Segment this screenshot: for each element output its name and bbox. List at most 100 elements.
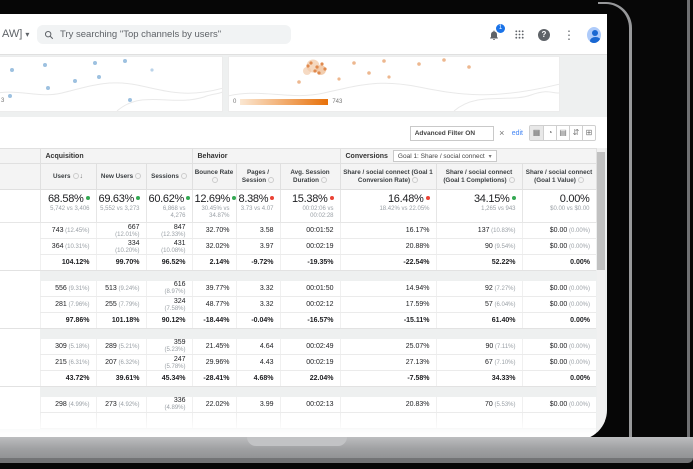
spacer-cell [40, 328, 596, 339]
topbar-icons: 1 ? ⋮ [487, 14, 601, 55]
pivot-view-button[interactable]: ⊞ [582, 126, 595, 140]
help-icon[interactable] [72, 172, 79, 179]
negative-dot-icon [270, 196, 275, 200]
column-header[interactable]: Share / social connect (Goal 1 Completio… [435, 163, 523, 190]
clear-filter-icon[interactable]: × [496, 128, 508, 138]
table-cell [95, 412, 146, 429]
performance-view-button[interactable]: ▤ [556, 126, 569, 140]
spacer-cell [40, 270, 596, 281]
table-cell: 48.77% [191, 296, 236, 313]
table-cell: 22.02% [191, 396, 236, 413]
screen: AW]▾ 1 ? ⋮ [0, 14, 607, 440]
table-cell: -28.41% [191, 370, 236, 387]
table-cell: 17.59% [339, 296, 436, 313]
table-cell: 3.32 [235, 280, 280, 297]
summary-cell: 69.63% 5,552 vs 3,273 [95, 189, 147, 223]
apps-grid-icon[interactable] [512, 28, 526, 42]
table-cell: 0.00% [521, 312, 596, 329]
table-cell: -9.72% [235, 254, 280, 271]
table-cell: 16.17% [339, 222, 436, 239]
laptop-base-lip [0, 458, 693, 463]
table-cell: 137 (10.83%) [435, 222, 522, 239]
table-cell: 215 (6.31%) [39, 354, 96, 371]
column-header[interactable]: Bounce Rate [191, 163, 237, 190]
table-cell: 32.70% [191, 222, 236, 239]
search-input[interactable] [60, 29, 284, 40]
top-bar: AW]▾ 1 ? ⋮ [0, 14, 607, 55]
table-cell: -22.54% [339, 254, 436, 271]
more-icon[interactable]: ⋮ [562, 28, 576, 42]
change-row: 104.12% 99.70% 96.52% 2.14% -9.72% -19.35% -22… [0, 254, 596, 271]
summary-cell: 0.00% $0.00 vs $0.00 [521, 189, 597, 223]
dimension-cell [0, 328, 40, 339]
column-header[interactable]: New Users [95, 163, 147, 190]
traffic-chart-panel: 3 [0, 57, 228, 112]
frame-edge-line [687, 0, 690, 452]
help-icon[interactable] [320, 176, 327, 183]
percentage-view-button[interactable]: ◔ [543, 126, 556, 140]
table-cell: 39.61% [95, 370, 146, 387]
table-cell: 3.58 [235, 222, 280, 239]
bell-icon[interactable]: 1 [487, 23, 505, 42]
table-cell: 92 (7.27%) [435, 280, 522, 297]
dimension-cell [0, 412, 40, 429]
legend-max: 743 [332, 99, 343, 105]
table-cell: 616 (8.97%) [145, 280, 192, 297]
help-icon[interactable] [508, 176, 515, 183]
table-cell: 70 (5.53%) [435, 396, 522, 413]
help-icon[interactable] [135, 172, 142, 179]
help-icon[interactable] [412, 176, 419, 183]
dimension-cell [0, 296, 40, 313]
group-spacer [0, 386, 596, 397]
help-icon[interactable] [268, 176, 275, 183]
table-cell: 359 (5.23%) [145, 338, 192, 355]
column-header[interactable]: Pages / Session [235, 163, 281, 190]
sort-desc-icon[interactable]: ↓ [80, 173, 84, 180]
help-icon[interactable] [180, 172, 187, 179]
table-cell: 0.00% [521, 254, 596, 271]
data-row: 215 (6.31%) 207 (6.32%) 247 (5.78%) 29.96% 4… [0, 354, 596, 371]
data-row: 281 (7.96%) 255 (7.79%) 324 (7.58%) 48.77% 3… [0, 296, 596, 313]
vertical-scrollbar[interactable] [597, 148, 605, 440]
table-cell: 2.14% [191, 254, 236, 271]
dimension-cell [0, 354, 40, 371]
negative-dot-icon [329, 196, 334, 200]
table-cell: 364 (10.31%) [39, 238, 96, 255]
help-icon[interactable] [577, 176, 584, 183]
search-bar[interactable] [37, 25, 291, 44]
dimension-cell [0, 370, 40, 387]
help-icon[interactable]: ? [537, 28, 551, 42]
column-header[interactable]: Avg. Session Duration [279, 163, 341, 190]
help-icon[interactable] [212, 176, 218, 183]
table-cell: 00:02:12 [279, 296, 340, 313]
table-cell [279, 412, 340, 429]
goal-selector-dropdown[interactable]: Goal 1: Share / social connect ▾ [392, 150, 497, 162]
dimension-cell [0, 396, 40, 413]
advanced-filter-chip[interactable]: Advanced Filter ON [409, 125, 494, 141]
table-cell: 61.40% [435, 312, 522, 329]
column-header[interactable]: Share / social connect (Goal 1 Conversio… [339, 163, 437, 190]
table-cell: -16.57% [279, 312, 340, 329]
account-label: AW] [2, 28, 23, 40]
dimension-cell [0, 338, 40, 355]
table-cell: 00:01:50 [279, 280, 340, 297]
edit-filter-link[interactable]: edit [512, 130, 523, 137]
comparison-view-button[interactable]: ⇵ [569, 126, 582, 140]
column-header[interactable]: Share / social connect (Goal 1 Value) [521, 163, 597, 190]
scrollbar-thumb[interactable] [597, 152, 605, 270]
table-cell: 29.96% [191, 354, 236, 371]
data-row: 743 (12.45%) 667 (12.01%) 847 (12.33%) 32.7… [0, 222, 596, 239]
dimension-header [0, 163, 41, 190]
laptop-base [0, 437, 693, 458]
table-cell: 667 (12.01%) [95, 222, 146, 239]
table-cell: 298 (4.99%) [39, 396, 96, 413]
data-row: 556 (9.31%) 513 (9.24%) 616 (8.97%) 39.77% 3… [0, 280, 596, 297]
account-selector[interactable]: AW] ▾ [2, 28, 29, 40]
avatar[interactable] [587, 26, 601, 43]
table-cell: 4.68% [235, 370, 280, 387]
table-view-button[interactable]: ▦ [530, 126, 543, 140]
column-header[interactable]: Sessions [145, 163, 193, 190]
column-header[interactable]: Users ↓ [39, 163, 97, 190]
table-cell: 67 (7.10%) [435, 354, 522, 371]
table-cell: 847 (12.33%) [145, 222, 192, 239]
